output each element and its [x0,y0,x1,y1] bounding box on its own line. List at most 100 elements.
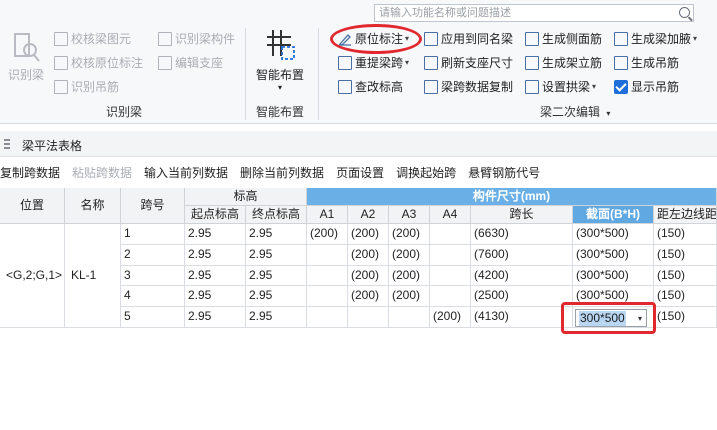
header-span-no: 跨号 [121,188,185,224]
a3-cell[interactable]: (200) [389,265,430,287]
a2-cell[interactable]: (200) [348,286,389,308]
apply-same-name-icon [424,32,438,46]
identify-hanger-button[interactable]: 识别吊筋 [54,78,119,96]
refresh-support-size-label: 刷新支座尺寸 [441,56,514,70]
group-divider [318,28,319,120]
a2-cell[interactable]: (200) [348,244,389,266]
span-length-cell[interactable]: (7600) [471,244,573,266]
chevron-down-icon: ▾ [592,82,597,91]
edge-distance-cell[interactable]: (150) [654,224,717,245]
generate-erection-bar-label: 生成架立筋 [542,56,603,70]
a4-cell[interactable] [430,286,471,308]
header-position: 位置 [0,188,65,224]
end-elevation-cell[interactable]: 2.95 [246,224,307,245]
page-setup-button[interactable]: 页面设置 [336,164,384,184]
chevron-down-icon[interactable]: ▾ [606,109,610,118]
generate-erection-bar-button[interactable]: 生成架立筋 [525,54,602,72]
apply-same-name-beam-button[interactable]: 应用到同名梁 [424,30,513,48]
highlight-section-rect [561,302,656,334]
header-end-elevation: 终点标高 [246,206,307,224]
span-no-cell[interactable]: 4 [121,286,185,308]
section-cell[interactable]: (300*500) [573,265,654,287]
chevron-down-icon: ▾ [405,58,410,67]
section-cell[interactable]: (300*500) [573,244,654,266]
edge-distance-cell[interactable]: (150) [654,244,717,266]
start-elevation-cell[interactable]: 2.95 [185,286,246,308]
grid-layout-icon [267,30,295,60]
generate-beam-haunch-button[interactable]: 生成梁加腋 ▾ [614,30,697,48]
search-icon[interactable] [679,7,690,18]
a4-cell[interactable] [430,244,471,266]
a3-cell[interactable] [389,307,430,328]
smart-layout-button[interactable]: 智能布置 ▾ [252,28,308,92]
re-extract-span-button[interactable]: 重提梁跨 ▾ [338,54,409,72]
edit-support-button[interactable]: 编辑支座 [158,54,223,72]
re-extract-span-label: 重提梁跨 [355,56,404,70]
input-column-data-button[interactable]: 输入当前列数据 [144,164,228,184]
edge-distance-cell[interactable]: (150) [654,265,717,287]
set-arch-beam-button[interactable]: 设置拱梁 ▾ [525,78,596,96]
start-elevation-cell[interactable]: 2.95 [185,224,246,245]
end-elevation-cell[interactable]: 2.95 [246,307,307,328]
end-elevation-cell[interactable]: 2.95 [246,265,307,287]
end-elevation-cell[interactable]: 2.95 [246,244,307,266]
header-a1: A1 [307,206,348,224]
header-section[interactable]: 截面(B*H) [573,206,654,224]
span-no-cell[interactable]: 1 [121,224,185,245]
a2-cell[interactable] [348,307,389,328]
a2-cell[interactable]: (200) [348,265,389,287]
identify-beam-component-button[interactable]: 识别梁构件 [158,30,235,48]
cantilever-rebar-code-button[interactable]: 悬臂钢筋代号 [468,164,540,184]
a1-cell[interactable] [307,244,348,266]
generate-side-bar-label: 生成侧面筋 [542,32,603,46]
group-divider [245,28,246,120]
span-no-cell[interactable]: 3 [121,265,185,287]
name-cell[interactable]: KL-1 [65,224,121,328]
span-length-cell[interactable]: (2500) [471,286,573,308]
end-elevation-cell[interactable]: 2.95 [246,286,307,308]
search-placeholder: 请输入功能名称或问题描述 [379,7,511,19]
search-input[interactable]: 请输入功能名称或问题描述 [374,4,694,22]
delete-column-data-button[interactable]: 删除当前列数据 [240,164,324,184]
position-cell[interactable]: <G,2;G,1> [0,224,65,328]
generate-hanger-button[interactable]: 生成吊筋 [614,54,679,72]
generate-side-bar-button[interactable]: 生成侧面筋 [525,30,602,48]
a1-cell[interactable]: (200) [307,224,348,245]
span-length-cell[interactable]: (6630) [471,224,573,245]
a3-cell[interactable]: (200) [389,224,430,245]
edge-distance-cell[interactable]: (150) [654,286,717,308]
a1-cell[interactable] [307,307,348,328]
grip-handle-icon[interactable] [4,139,10,149]
span-length-cell[interactable]: (4200) [471,265,573,287]
check-inplace-annotation-button[interactable]: 校核原位标注 [54,54,143,72]
section-cell[interactable]: (300*500) [573,224,654,245]
edge-distance-cell[interactable]: (150) [654,307,717,328]
a1-cell[interactable] [307,265,348,287]
start-elevation-cell[interactable]: 2.95 [185,307,246,328]
copy-span-data-button[interactable]: 复制跨数据 [0,164,60,184]
refresh-support-size-button[interactable]: 刷新支座尺寸 [424,54,513,72]
edit-group-label-text: 梁二次编辑 [540,105,601,119]
start-elevation-cell[interactable]: 2.95 [185,265,246,287]
show-hanger-checkbox[interactable]: 显示吊筋 [614,78,679,96]
a4-cell[interactable]: (200) [430,307,471,328]
span-length-cell[interactable]: (4130) [471,307,573,328]
span-no-cell[interactable]: 5 [121,307,185,328]
copy-span-data-button[interactable]: 梁跨数据复制 [424,78,513,96]
swap-start-span-button[interactable]: 调换起始跨 [396,164,456,184]
start-elevation-cell[interactable]: 2.95 [185,244,246,266]
checkbox-checked-icon[interactable] [614,80,628,94]
identify-beam-button[interactable]: 识别梁 [6,30,46,83]
a3-cell[interactable]: (200) [389,244,430,266]
a4-cell[interactable] [430,265,471,287]
check-elevation-button[interactable]: 查改标高 [338,78,403,96]
paste-span-data-button[interactable]: 粘贴跨数据 [72,164,132,184]
check-beam-elements-button[interactable]: 校核梁图元 [54,30,131,48]
a1-cell[interactable] [307,286,348,308]
a4-cell[interactable] [430,224,471,245]
span-no-cell[interactable]: 2 [121,244,185,266]
show-hanger-label: 显示吊筋 [631,80,680,94]
a3-cell[interactable]: (200) [389,286,430,308]
generate-beam-haunch-label: 生成梁加腋 [631,32,692,46]
a2-cell[interactable]: (200) [348,224,389,245]
